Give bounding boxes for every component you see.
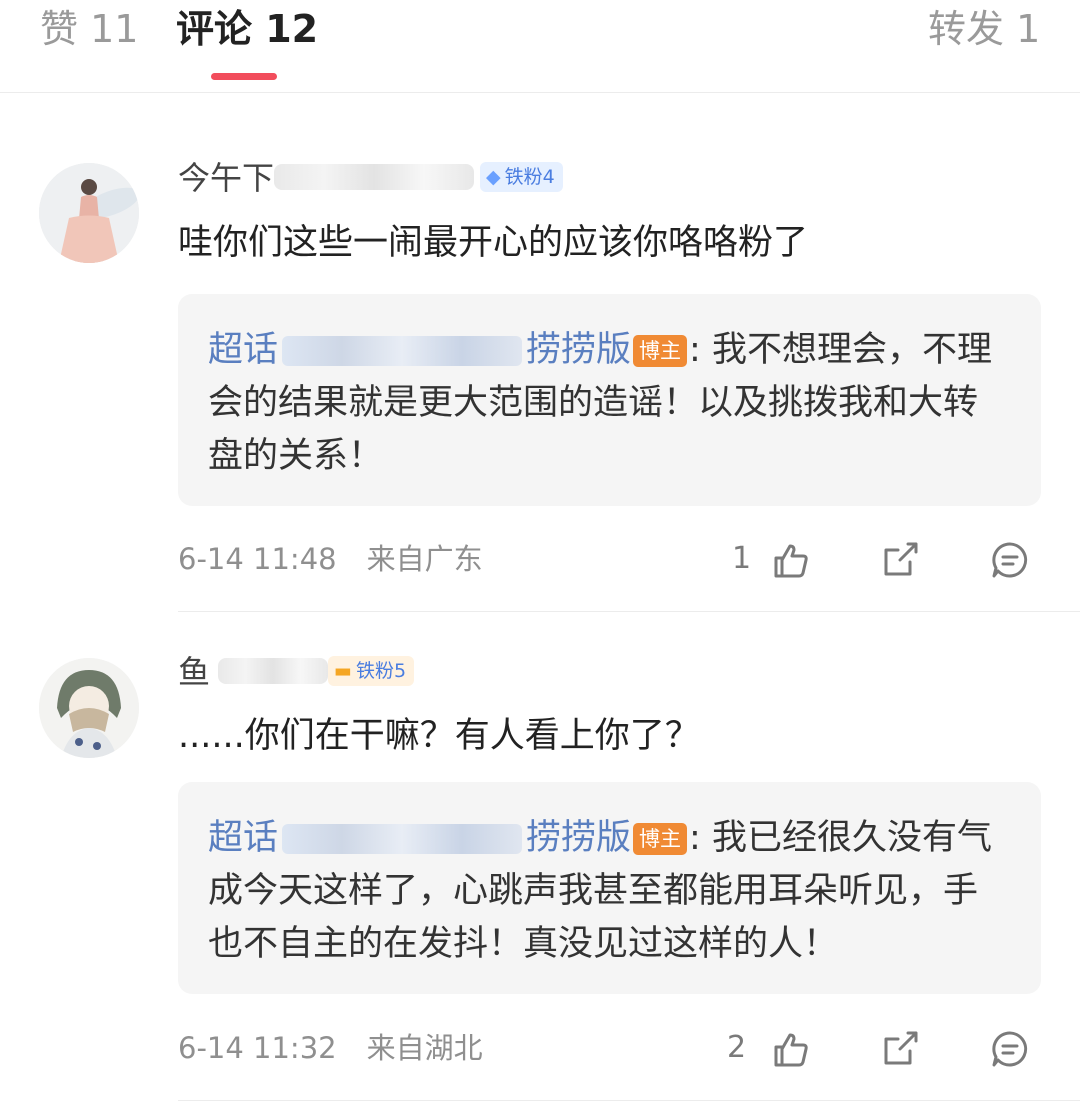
like-count: 1: [732, 541, 752, 576]
like-icon[interactable]: [770, 1029, 810, 1069]
avatar[interactable]: [39, 658, 139, 758]
comment-meta: 6-14 11:32 来自湖北: [178, 1028, 483, 1068]
comment-icon[interactable]: [990, 540, 1030, 580]
reply-author-suffix[interactable]: 捞捞版: [526, 330, 631, 370]
username[interactable]: 鱼: [178, 652, 210, 692]
comment-icon[interactable]: [990, 1029, 1030, 1069]
reply-author-redaction: [282, 824, 523, 854]
comment-location: 来自广东: [366, 542, 483, 576]
username-redaction: [274, 164, 474, 190]
comment-text: ......你们在干嘛？有人看上你了？: [178, 716, 700, 756]
divider: [178, 611, 1080, 612]
like-count: 2: [727, 1030, 747, 1065]
avatar[interactable]: [39, 163, 139, 263]
repost-icon[interactable]: [880, 540, 920, 580]
fan-badge: ◆ 铁粉4: [480, 162, 563, 192]
active-tab-indicator: [211, 73, 277, 80]
reply-content: 超话 捞捞版 博主: 我不想理会，不理会的结果就是更大范围的造谣！以及挑拨我和大转盘…: [208, 324, 1008, 483]
avatar-image: [39, 658, 139, 758]
repost-icon[interactable]: [880, 1029, 920, 1069]
username[interactable]: 今午下: [178, 158, 274, 198]
comment-date: 6-14 11:48: [178, 542, 337, 576]
like-icon[interactable]: [770, 540, 810, 580]
reply-author-prefix[interactable]: 超话: [208, 330, 278, 370]
host-tag: 博主: [633, 823, 688, 855]
badge-icon: ▬: [334, 660, 352, 682]
blogger-reply[interactable]: 超话 捞捞版 博主: 我不想理会，不理会的结果就是更大范围的造谣！以及挑拨我和大转盘…: [178, 294, 1041, 506]
avatar-image: [39, 163, 139, 263]
comment-text: 哇你们这些一闹最开心的应该你咯咯粉了: [178, 223, 809, 263]
fan-badge-label: 铁粉4: [504, 166, 555, 188]
comment-meta: 6-14 11:48 来自广东: [178, 539, 483, 579]
comment-location: 来自湖北: [366, 1031, 483, 1065]
username-row: 鱼 ▬ 铁粉5: [178, 652, 598, 692]
host-tag: 博主: [633, 335, 688, 367]
reply-author-redaction: [282, 336, 523, 366]
blogger-reply[interactable]: 超话 捞捞版 博主: 我已经很久没有气成今天这样了，心跳声我甚至都能用耳朵听见，手也…: [178, 782, 1041, 994]
tab-likes[interactable]: 赞 11: [40, 4, 138, 54]
tab-bar: 赞 11 评论 12 转发 1: [0, 0, 1080, 93]
diamond-icon: ◆: [486, 166, 501, 188]
comment-date: 6-14 11:32: [178, 1031, 337, 1065]
reply-author-prefix[interactable]: 超话: [208, 818, 278, 858]
reply-content: 超话 捞捞版 博主: 我已经很久没有气成今天这样了，心跳声我甚至都能用耳朵听见，手也…: [208, 812, 1008, 971]
divider: [178, 1100, 1080, 1101]
tab-reposts[interactable]: 转发 1: [928, 4, 1040, 54]
username-redaction: [218, 658, 328, 684]
fan-badge: ▬ 铁粉5: [328, 656, 415, 686]
tab-comments[interactable]: 评论 12: [176, 4, 318, 54]
fan-badge-label: 铁粉5: [355, 660, 407, 682]
reply-author-suffix[interactable]: 捞捞版: [526, 818, 631, 858]
username-row: 今午下 ◆ 铁粉4: [178, 158, 598, 198]
